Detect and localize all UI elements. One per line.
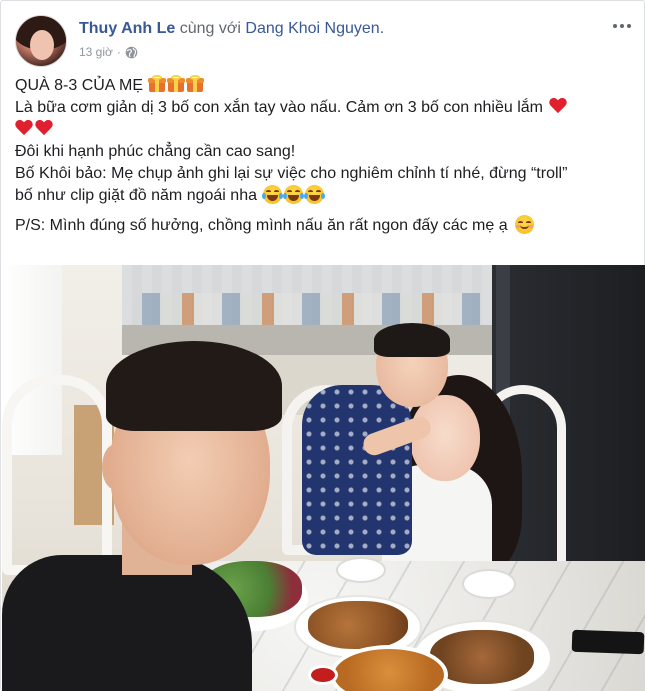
photo-chair-left xyxy=(2,375,112,575)
more-options-icon[interactable] xyxy=(611,19,633,33)
laugh-emoji-icon xyxy=(262,185,284,204)
globe-icon[interactable] xyxy=(125,46,138,59)
gift-emoji-icon xyxy=(186,75,205,93)
heart-emoji-icon xyxy=(15,120,33,137)
meta-separator: · xyxy=(116,45,121,59)
gift-emoji-icon xyxy=(148,75,167,93)
message-line-quote-1: Bố Khôi bảo: Mẹ chụp ảnh ghi lại sự việc… xyxy=(15,165,568,182)
avatar-face xyxy=(30,30,54,60)
with-text: cùng với xyxy=(179,20,241,37)
photo-kid-hair xyxy=(374,323,450,357)
post-header: Thuy Anh Le cùng với Dang Khoi Nguyen. 1… xyxy=(15,13,635,69)
gift-emoji-icon xyxy=(167,75,186,93)
smile-emoji-icon xyxy=(515,215,535,234)
post-meta: 13 giờ · xyxy=(79,45,138,59)
heart-emoji-icon xyxy=(35,120,53,137)
photo-kitchen-items xyxy=(142,293,482,329)
photo-small-bowl xyxy=(336,557,386,583)
photo-kid-shirt-pattern xyxy=(302,385,412,555)
author-name-link[interactable]: Thuy Anh Le xyxy=(79,20,175,37)
post-message: QUÀ 8-3 CỦA MẸ Là bữa cơm giản dị 3 bố c… xyxy=(15,75,635,237)
heart-emoji-icon xyxy=(549,98,567,115)
author-line: Thuy Anh Le cùng với Dang Khoi Nguyen. xyxy=(79,19,384,39)
photo-meat xyxy=(308,601,408,649)
message-line-hearts xyxy=(15,119,635,141)
message-line-ps: P/S: Mình đúng số hưởng, chồng mình nấu … xyxy=(15,215,635,237)
tagged-person-link[interactable]: Dang Khoi Nguyen. xyxy=(245,20,384,37)
photo-right-bowl xyxy=(462,569,516,599)
message-line-thanks: Là bữa cơm giản dị 3 bố con xắn tay vào … xyxy=(15,97,635,119)
post-photo[interactable] xyxy=(2,265,645,691)
message-line-title: QUÀ 8-3 CỦA MẸ xyxy=(15,75,635,97)
author-avatar[interactable] xyxy=(15,15,67,67)
photo-man-shirt xyxy=(2,555,252,691)
laugh-emoji-icon xyxy=(283,185,305,204)
feed-post: Thuy Anh Le cùng với Dang Khoi Nguyen. 1… xyxy=(0,0,645,691)
photo-phone xyxy=(571,629,645,655)
message-line-happiness: Đôi khi hạnh phúc chẳng cần cao sang! xyxy=(15,143,296,160)
photo-sauce-dish xyxy=(308,665,338,685)
laugh-emoji-icon xyxy=(304,185,326,204)
message-line-quote-2: bố như clip giặt đồ năm ngoái nha xyxy=(15,185,635,207)
post-timestamp[interactable]: 13 giờ xyxy=(79,45,113,59)
photo-man-hair xyxy=(106,341,282,431)
